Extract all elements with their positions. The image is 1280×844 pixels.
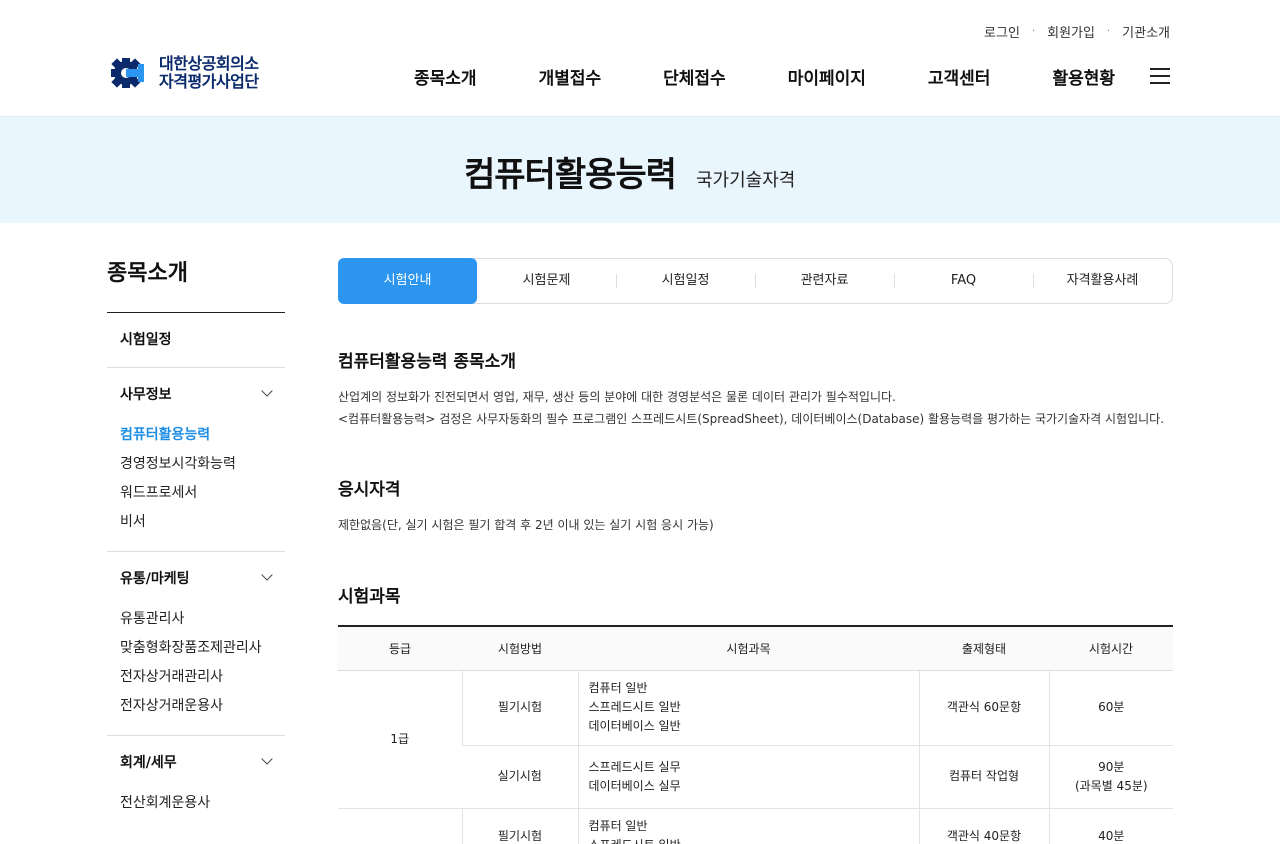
hamburger-menu-icon[interactable] [1150, 68, 1170, 84]
content-tabs: 시험안내 시험문제 시험일정 관련자료 FAQ 자격활용사례 [338, 258, 1173, 304]
time-cell: 40분 [1048, 808, 1173, 844]
nav-item-subjects[interactable]: 종목소개 [414, 64, 477, 89]
sidebar-item-bi-visualization[interactable]: 경영정보시각화능력 [120, 455, 285, 484]
sidebar-item-accounting-operator[interactable]: 전산회계운용사 [120, 794, 285, 823]
intro-title: 컴퓨터활용능력 종목소개 [338, 352, 516, 372]
sidebar-toggle-distribution[interactable]: 유통/마케팅 [120, 568, 285, 588]
intro-section: 컴퓨터활용능력 종목소개 산업계의 정보화가 진전되면서 영업, 재무, 생산 … [338, 347, 1164, 430]
chevron-down-icon [261, 385, 273, 397]
subject-item: 스프레드시트 실무 [588, 759, 681, 774]
tab-exam-guide[interactable]: 시험안내 [338, 258, 477, 304]
sidebar: 시험일정 사무정보 컴퓨터활용능력 경영정보시각화능력 워드프로세서 비서 유통… [107, 312, 285, 841]
col-header-time: 시험시간 [1049, 625, 1173, 671]
nav-item-usage[interactable]: 활용현황 [1052, 64, 1115, 89]
subject-item: 컴퓨터 일반 [588, 819, 648, 833]
sidebar-item-distribution-manager[interactable]: 유통관리사 [120, 610, 285, 639]
method-cell: 필기시험 [461, 670, 578, 746]
chevron-down-icon [261, 753, 273, 765]
sidebar-title: 종목소개 [107, 261, 188, 286]
format-cell: 객관식 40문항 [918, 808, 1049, 844]
gear-logo-icon [111, 58, 144, 88]
sidebar-item-word-processor[interactable]: 워드프로세서 [120, 484, 285, 513]
tab-related-materials[interactable]: 관련자료 [755, 259, 894, 303]
page-banner: 컴퓨터활용능력 국가기술자격 [0, 116, 1280, 223]
method-cell: 필기시험 [461, 808, 578, 844]
col-header-grade: 등급 [338, 625, 462, 671]
nav-item-customer-center[interactable]: 고객센터 [928, 64, 991, 89]
subjects-cell: 컴퓨터 일반 스프레드시트 일반 [577, 808, 919, 844]
time-value: 40분 [1098, 828, 1125, 843]
nav-item-mypage[interactable]: 마이페이지 [788, 64, 866, 89]
format-cell: 컴퓨터 작업형 [918, 745, 1049, 809]
logo-line-2: 자격평가사업단 [159, 72, 259, 91]
separator: · [1106, 26, 1111, 37]
sidebar-toggle-accounting[interactable]: 회계/세무 [120, 752, 285, 772]
tab-faq[interactable]: FAQ [894, 259, 1033, 303]
qualification-title: 응시자격 [338, 480, 401, 500]
subject-item: 컴퓨터 일반 [588, 681, 648, 695]
intro-line-1: 산업계의 정보화가 진전되면서 영업, 재무, 생산 등의 분야에 대한 경영분… [338, 390, 896, 404]
subject-item: 스프레드시트 일반 [589, 836, 919, 844]
chevron-down-icon [261, 569, 273, 581]
about-link[interactable]: 기관소개 [1122, 22, 1170, 41]
sidebar-group-schedule: 시험일정 [107, 313, 285, 368]
sidebar-group-distribution: 유통/마케팅 유통관리사 맞춤형화장품조제관리사 전자상거래관리사 전자상거래운… [107, 552, 285, 736]
time-value: 90분 [1098, 759, 1125, 774]
method-cell: 실기시험 [462, 745, 578, 809]
sidebar-group-label: 사무정보 [120, 387, 172, 403]
subjects-table: 등급 시험방법 시험과목 출제형태 시험시간 1급 필기시험 컴퓨터 일반 스프… [338, 625, 1173, 844]
tab-exam-questions[interactable]: 시험문제 [477, 259, 616, 303]
sidebar-item-secretary[interactable]: 비서 [120, 513, 285, 533]
subjects-title: 시험과목 [338, 587, 401, 607]
grade-cell: 1급 [338, 670, 462, 809]
join-link[interactable]: 회원가입 [1047, 22, 1095, 41]
format-cell: 객관식 60문항 [918, 670, 1049, 746]
grade-cell [338, 808, 462, 844]
table-row: 필기시험 컴퓨터 일반 스프레드시트 일반 객관식 40문항 40분 [338, 808, 1173, 844]
col-header-format: 출제형태 [919, 625, 1049, 671]
subject-item: 스프레드시트 일반 [588, 700, 681, 714]
separator: · [1031, 26, 1036, 37]
tab-exam-schedule[interactable]: 시험일정 [616, 259, 755, 303]
intro-line-2: <컴퓨터활용능력> 검정은 사무자동화의 필수 프로그램인 스프레드시트(Spr… [338, 412, 1165, 426]
col-header-subjects: 시험과목 [578, 625, 919, 671]
sidebar-item-computer-literacy[interactable]: 컴퓨터활용능력 [120, 426, 285, 455]
sidebar-item-cosmetics-manager[interactable]: 맞춤형화장품조제관리사 [120, 639, 285, 668]
utility-nav: 로그인 · 회원가입 · 기관소개 [984, 22, 1170, 41]
subjects-cell: 컴퓨터 일반 스프레드시트 일반 데이터베이스 일반 [577, 670, 919, 746]
sidebar-group-label: 유통/마케팅 [120, 571, 190, 587]
qualification-section: 응시자격 제한없음(단, 실기 시험은 필기 합격 후 2년 이내 있는 실기 … [338, 475, 714, 536]
time-cell: 60분 [1048, 670, 1173, 746]
sidebar-toggle-office[interactable]: 사무정보 [120, 384, 285, 404]
sidebar-group-label: 시험일정 [120, 332, 172, 348]
time-cell: 90분 (과목별 45분) [1048, 745, 1173, 809]
subjects-cell: 스프레드시트 실무 데이터베이스 실무 [577, 745, 919, 809]
sidebar-group-office: 사무정보 컴퓨터활용능력 경영정보시각화능력 워드프로세서 비서 [107, 368, 285, 552]
nav-item-group-apply[interactable]: 단체접수 [663, 64, 726, 89]
logo-text: 대한상공회의소 자격평가사업단 [159, 55, 259, 91]
tab-use-cases[interactable]: 자격활용사례 [1033, 259, 1172, 303]
time-note: (과목별 45분) [1074, 778, 1148, 793]
sidebar-group-label: 회계/세무 [120, 755, 177, 771]
main-nav: 종목소개 개별접수 단체접수 마이페이지 고객센터 활용현황 [414, 64, 1115, 89]
sidebar-item-ecommerce-manager[interactable]: 전자상거래관리사 [120, 668, 285, 697]
login-link[interactable]: 로그인 [984, 22, 1020, 41]
sidebar-item-ecommerce-operator[interactable]: 전자상거래운용사 [120, 697, 285, 717]
subjects-section: 시험과목 등급 시험방법 시험과목 출제형태 시험시간 1급 필기시험 컴퓨터 … [338, 582, 1173, 844]
page-subtitle: 국가기술자격 [695, 170, 796, 191]
logo-line-1: 대한상공회의소 [159, 54, 259, 73]
table-row: 실기시험 스프레드시트 실무 데이터베이스 실무 컴퓨터 작업형 90분 (과목… [338, 745, 1173, 809]
sidebar-item-schedule[interactable]: 시험일정 [120, 329, 285, 349]
table-row: 1급 필기시험 컴퓨터 일반 스프레드시트 일반 데이터베이스 일반 객관식 6… [338, 670, 1173, 809]
nav-item-individual-apply[interactable]: 개별접수 [539, 64, 602, 89]
subject-item: 데이터베이스 일반 [588, 719, 681, 733]
time-value: 60분 [1098, 700, 1125, 714]
site-logo[interactable]: 대한상공회의소 자격평가사업단 [107, 54, 259, 92]
subject-item: 데이터베이스 실무 [588, 778, 681, 793]
col-header-method: 시험방법 [462, 625, 578, 671]
page-title: 컴퓨터활용능력 [464, 155, 677, 195]
qualification-text: 제한없음(단, 실기 시험은 필기 합격 후 2년 이내 있는 실기 시험 응시… [338, 518, 714, 532]
sidebar-group-accounting: 회계/세무 전산회계운용사 [107, 736, 285, 841]
